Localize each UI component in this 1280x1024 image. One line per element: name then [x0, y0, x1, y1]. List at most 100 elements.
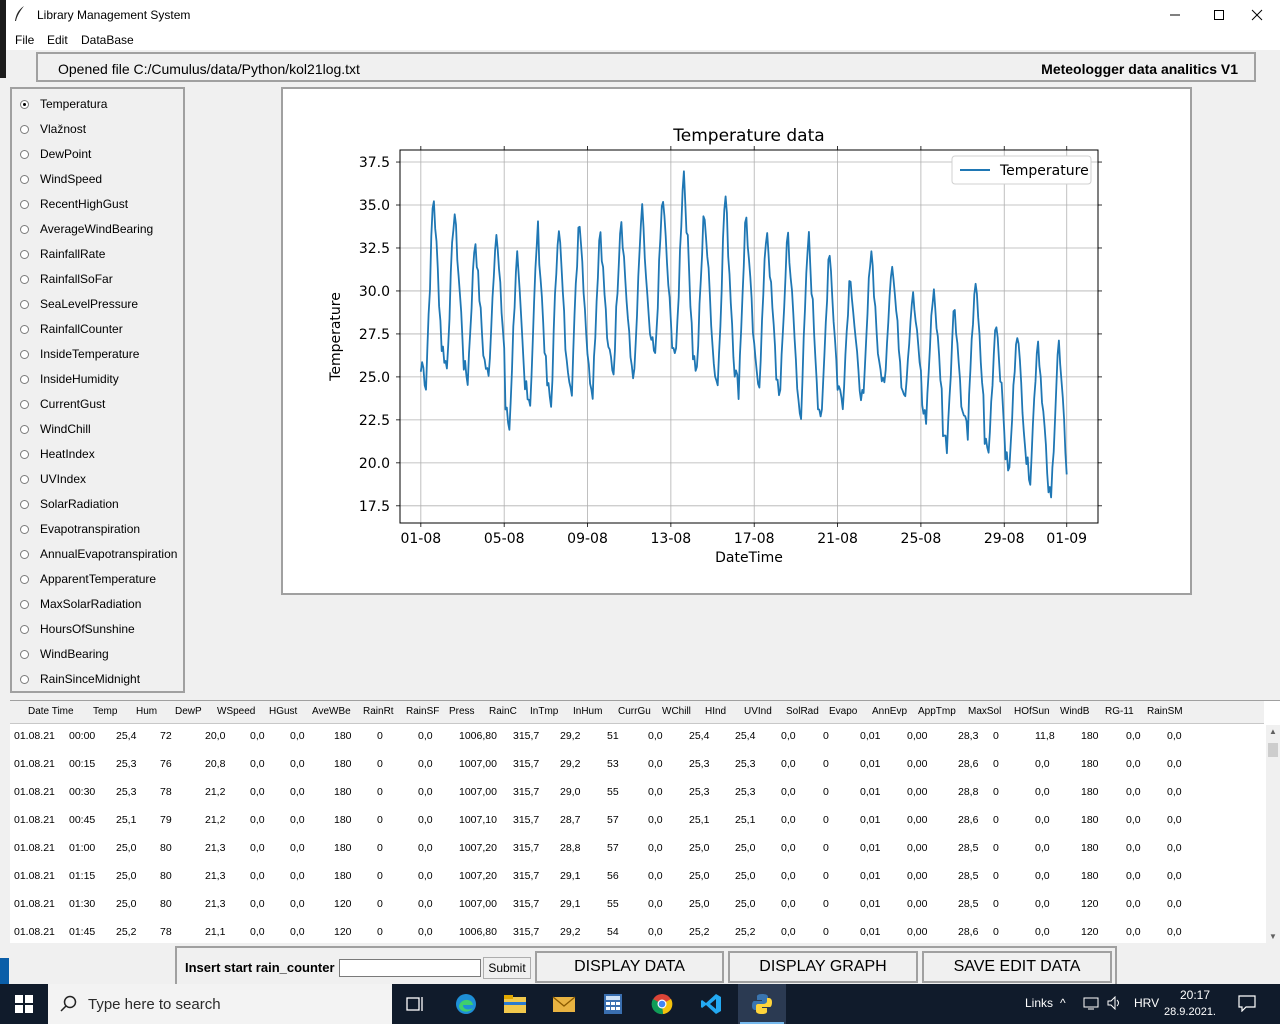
table-cell[interactable]: 0,0: [1126, 842, 1141, 854]
radio-button-icon[interactable]: [20, 324, 29, 334]
table-cell[interactable]: 0,0: [1035, 786, 1050, 798]
table-cell[interactable]: 80: [160, 870, 172, 882]
table-cell[interactable]: 0: [993, 814, 999, 826]
column-header[interactable]: InTmp: [530, 706, 558, 717]
column-header[interactable]: WindB: [1060, 706, 1089, 717]
radio-button-icon[interactable]: [20, 124, 29, 134]
table-cell[interactable]: 28,8: [958, 786, 978, 798]
column-header[interactable]: Press: [449, 706, 475, 717]
table-cell[interactable]: 0: [993, 926, 999, 938]
table-cell[interactable]: 72: [160, 730, 172, 742]
radio-option[interactable]: Temperatura: [20, 94, 107, 114]
table-cell[interactable]: 0,0: [250, 870, 265, 882]
table-cell[interactable]: 01.08.21: [14, 814, 55, 826]
column-header[interactable]: MaxSol: [968, 706, 1001, 717]
table-cell[interactable]: 21,3: [205, 842, 225, 854]
table-cell[interactable]: 315,7: [513, 926, 539, 938]
table-cell[interactable]: 0,0: [781, 870, 796, 882]
radio-option[interactable]: SeaLevelPressure: [20, 294, 138, 314]
table-cell[interactable]: 0,0: [250, 898, 265, 910]
radio-button-icon[interactable]: [20, 449, 29, 459]
table-cell[interactable]: 0: [377, 842, 383, 854]
table-cell[interactable]: 78: [160, 786, 172, 798]
radio-button-icon[interactable]: [20, 399, 29, 409]
table-cell[interactable]: 0,0: [418, 730, 433, 742]
table-cell[interactable]: 0,0: [250, 814, 265, 826]
radio-button-icon[interactable]: [20, 424, 29, 434]
tray-links-toolbar[interactable]: Links: [1025, 996, 1053, 1010]
table-cell[interactable]: 80: [160, 898, 172, 910]
table-cell[interactable]: 0,0: [1035, 870, 1050, 882]
table-cell[interactable]: 0,00: [907, 842, 927, 854]
table-cell[interactable]: 0,01: [860, 730, 880, 742]
column-header[interactable]: AveWBe: [312, 706, 351, 717]
radio-option[interactable]: AnnualEvapotranspiration: [20, 544, 177, 564]
table-cell[interactable]: 0,0: [1126, 870, 1141, 882]
table-cell[interactable]: 180: [334, 870, 352, 882]
table-cell[interactable]: 0,01: [860, 786, 880, 798]
column-header[interactable]: RainC: [489, 706, 517, 717]
table-cell[interactable]: 0: [377, 870, 383, 882]
table-cell[interactable]: 0,0: [781, 814, 796, 826]
radio-button-icon[interactable]: [20, 274, 29, 284]
table-cell[interactable]: 25,0: [689, 870, 709, 882]
table-cell[interactable]: 20,0: [205, 730, 225, 742]
table-cell[interactable]: 01:30: [69, 898, 95, 910]
table-cell[interactable]: 25,0: [116, 842, 136, 854]
network-icon[interactable]: [1083, 996, 1099, 1013]
table-cell[interactable]: 0,0: [1126, 786, 1141, 798]
table-cell[interactable]: 21,1: [205, 926, 225, 938]
table-cell[interactable]: 315,7: [513, 730, 539, 742]
table-cell[interactable]: 0,0: [648, 870, 663, 882]
table-cell[interactable]: 0,0: [781, 842, 796, 854]
table-cell[interactable]: 0: [377, 898, 383, 910]
table-cell[interactable]: 28,5: [958, 870, 978, 882]
radio-button-icon[interactable]: [20, 174, 29, 184]
table-cell[interactable]: 0,01: [860, 870, 880, 882]
table-cell[interactable]: 0: [993, 842, 999, 854]
python-app-icon[interactable]: [746, 990, 778, 1018]
table-cell[interactable]: 0,0: [1035, 926, 1050, 938]
scroll-thumb[interactable]: [1268, 743, 1278, 757]
table-cell[interactable]: 0,01: [860, 814, 880, 826]
radio-button-icon[interactable]: [20, 199, 29, 209]
table-cell[interactable]: 0,0: [781, 786, 796, 798]
table-cell[interactable]: 0,0: [290, 814, 305, 826]
radio-option[interactable]: HeatIndex: [20, 444, 95, 464]
table-cell[interactable]: 01.08.21: [14, 926, 55, 938]
table-cell[interactable]: 25,0: [735, 898, 755, 910]
table-cell[interactable]: 180: [1081, 814, 1099, 826]
table-cell[interactable]: 55: [607, 786, 619, 798]
table-cell[interactable]: 0,0: [1167, 730, 1182, 742]
table-cell[interactable]: 25,3: [116, 758, 136, 770]
table-cell[interactable]: 01.08.21: [14, 758, 55, 770]
table-cell[interactable]: 0,0: [1035, 842, 1050, 854]
table-cell[interactable]: 0,00: [907, 870, 927, 882]
table-cell[interactable]: 28,8: [560, 842, 580, 854]
radio-button-icon[interactable]: [20, 149, 29, 159]
table-cell[interactable]: 25,2: [116, 926, 136, 938]
table-cell[interactable]: 0,00: [907, 786, 927, 798]
column-header[interactable]: AppTmp: [918, 706, 956, 717]
table-cell[interactable]: 180: [334, 786, 352, 798]
table-cell[interactable]: 0: [993, 786, 999, 798]
table-cell[interactable]: 315,7: [513, 842, 539, 854]
column-header[interactable]: AnnEvp: [872, 706, 907, 717]
table-cell[interactable]: 1007,00: [459, 898, 497, 910]
table-cell[interactable]: 0,0: [418, 814, 433, 826]
table-cell[interactable]: 11,8: [1035, 730, 1055, 742]
table-cell[interactable]: 0,0: [290, 786, 305, 798]
table-cell[interactable]: 120: [1081, 926, 1099, 938]
table-cell[interactable]: 01.08.21: [14, 730, 55, 742]
table-cell[interactable]: 0: [823, 870, 829, 882]
table-cell[interactable]: 76: [160, 758, 172, 770]
column-header[interactable]: RainSF: [406, 706, 439, 717]
radio-option[interactable]: RecentHighGust: [20, 194, 128, 214]
table-cell[interactable]: 57: [607, 842, 619, 854]
table-cell[interactable]: 0: [993, 898, 999, 910]
table-cell[interactable]: 0: [377, 814, 383, 826]
table-cell[interactable]: 0,0: [1035, 898, 1050, 910]
table-cell[interactable]: 29,0: [560, 786, 580, 798]
table-cell[interactable]: 29,2: [560, 730, 580, 742]
table-cell[interactable]: 180: [334, 814, 352, 826]
